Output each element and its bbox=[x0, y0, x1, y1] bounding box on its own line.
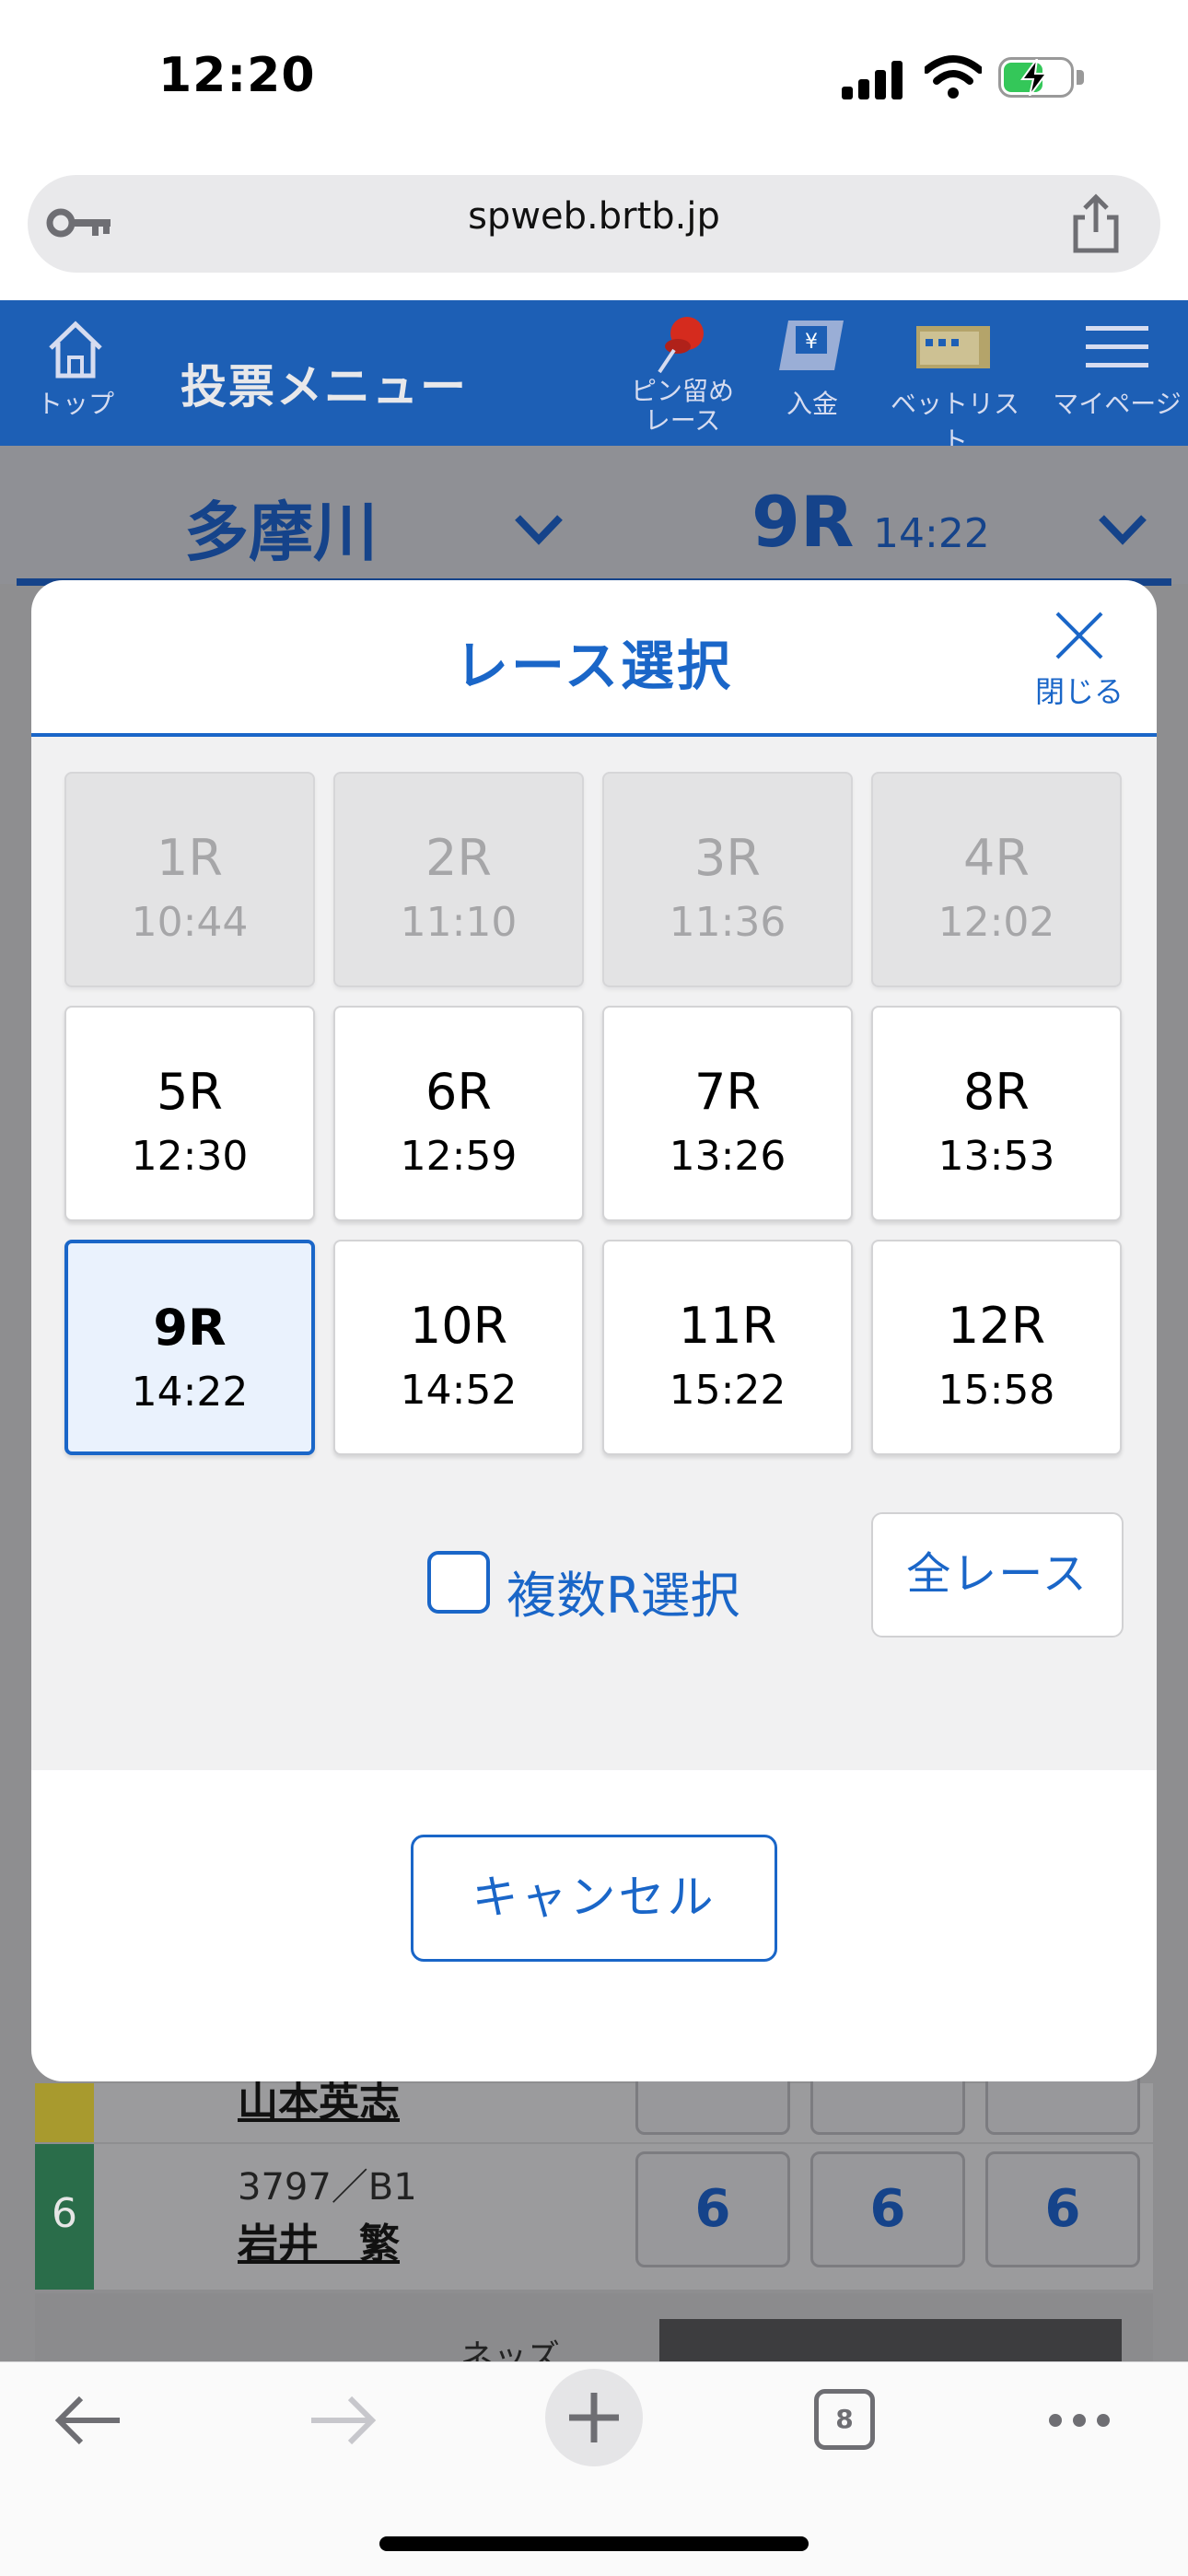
nav-bet-list[interactable]: ベットリスト bbox=[882, 317, 1028, 458]
race-button-4r: 4R 12:02 bbox=[871, 772, 1122, 987]
odds-button-2[interactable]: 6 bbox=[810, 2151, 965, 2267]
race-number: 11R bbox=[678, 1297, 777, 1355]
race-time: 13:26 bbox=[669, 1133, 786, 1180]
race-time: 10:44 bbox=[131, 899, 249, 946]
nav-home-label: トップ bbox=[36, 389, 114, 419]
lane-5-color bbox=[35, 2083, 94, 2142]
race-time: 11:10 bbox=[400, 899, 518, 946]
back-arrow-icon[interactable] bbox=[53, 2393, 123, 2448]
race-button-6r[interactable]: 6R 12:59 bbox=[333, 1006, 584, 1221]
tabs-button[interactable]: 8 bbox=[814, 2389, 875, 2450]
cancel-button[interactable]: キャンセル bbox=[411, 1835, 777, 1962]
race-number: 12R bbox=[947, 1297, 1046, 1355]
close-label: 閉じる bbox=[1034, 674, 1124, 709]
race-time: 15:22 bbox=[669, 1367, 786, 1414]
pin-icon bbox=[658, 317, 704, 374]
multi-race-label[interactable]: 複数R選択 bbox=[507, 1555, 740, 1627]
race-number: 2R bbox=[425, 829, 492, 887]
race-time: 14:22 bbox=[873, 510, 990, 557]
race-button-5r[interactable]: 5R 12:30 bbox=[64, 1006, 315, 1221]
race-number: 3R bbox=[694, 829, 761, 887]
race-button-1r: 1R 10:44 bbox=[64, 772, 315, 987]
odds-button-1[interactable]: 6 bbox=[635, 2151, 790, 2267]
race-time: 12:02 bbox=[938, 899, 1055, 946]
racer-6-name[interactable]: 岩井 繁 bbox=[238, 2210, 400, 2269]
partial-label: ネッズ bbox=[460, 2338, 561, 2361]
race-time: 14:52 bbox=[400, 1367, 518, 1414]
forward-arrow-icon[interactable] bbox=[308, 2393, 378, 2448]
cellular-signal-icon bbox=[842, 61, 906, 99]
race-button-2r: 2R 11:10 bbox=[333, 772, 584, 987]
race-selector[interactable]: 9R bbox=[751, 481, 854, 563]
race-number: 7R bbox=[694, 1063, 761, 1121]
nav-pin-label-1: ピン留め bbox=[630, 376, 734, 406]
race-number: 5R bbox=[157, 1063, 223, 1121]
race-number: 4R bbox=[963, 829, 1030, 887]
nav-pin-race[interactable]: ピン留め レース bbox=[621, 313, 744, 436]
race-bar bbox=[0, 446, 1188, 584]
race-time: 13:53 bbox=[938, 1133, 1055, 1180]
hamburger-menu-icon bbox=[1086, 326, 1148, 367]
race-button-12r[interactable]: 12R 15:58 bbox=[871, 1240, 1122, 1455]
race-button-8r[interactable]: 8R 13:53 bbox=[871, 1006, 1122, 1221]
multi-race-checkbox[interactable] bbox=[427, 1551, 490, 1614]
svg-text:¥: ¥ bbox=[805, 331, 818, 354]
race-number: 6R bbox=[425, 1063, 492, 1121]
race-button-11r[interactable]: 11R 15:22 bbox=[602, 1240, 853, 1455]
race-button-3r: 3R 11:36 bbox=[602, 772, 853, 987]
race-button-9r[interactable]: 9R 14:22 bbox=[64, 1240, 315, 1455]
race-number: 8R bbox=[963, 1063, 1030, 1121]
chevron-down-icon[interactable] bbox=[514, 514, 564, 545]
nav-mypage[interactable]: マイページ bbox=[1046, 317, 1188, 421]
home-indicator bbox=[379, 2536, 809, 2551]
race-time: 15:58 bbox=[938, 1367, 1055, 1414]
all-races-button[interactable]: 全レース bbox=[871, 1512, 1124, 1638]
race-time: 11:36 bbox=[669, 899, 786, 946]
plus-icon bbox=[569, 2393, 619, 2442]
racer-6-id: 3797／B1 bbox=[238, 2166, 417, 2209]
url-text[interactable]: spweb.brtb.jp bbox=[0, 195, 1188, 238]
close-icon bbox=[1052, 608, 1107, 663]
wifi-icon bbox=[925, 55, 982, 99]
close-button[interactable]: 閉じる bbox=[1024, 608, 1135, 718]
chevron-down-icon[interactable] bbox=[1098, 514, 1147, 545]
nav-mypage-label: マイページ bbox=[1053, 389, 1182, 419]
modal-title-underline bbox=[31, 733, 1157, 737]
race-time: 12:30 bbox=[131, 1133, 249, 1180]
race-button-7r[interactable]: 7R 13:26 bbox=[602, 1006, 853, 1221]
status-time: 12:20 bbox=[158, 48, 316, 103]
race-time: 12:59 bbox=[400, 1133, 518, 1180]
nav-pin-label-2: レース bbox=[644, 405, 721, 436]
dark-panel bbox=[659, 2319, 1122, 2365]
odds-button-3[interactable]: 6 bbox=[985, 2151, 1140, 2267]
race-button-10r[interactable]: 10R 14:52 bbox=[333, 1240, 584, 1455]
nav-deposit-label: 入金 bbox=[786, 389, 838, 419]
race-time: 14:22 bbox=[131, 1369, 249, 1416]
new-tab-button[interactable] bbox=[545, 2369, 643, 2466]
atm-yen-icon: ¥ bbox=[779, 321, 844, 370]
more-options-icon[interactable] bbox=[1046, 2411, 1112, 2430]
battery-charging-icon bbox=[998, 57, 1087, 99]
nav-deposit[interactable]: ¥ 入金 bbox=[764, 317, 860, 421]
race-number: 10R bbox=[409, 1297, 508, 1355]
lane-6-number: 6 bbox=[52, 2190, 77, 2237]
ticket-list-icon bbox=[916, 326, 990, 368]
home-icon bbox=[49, 321, 102, 379]
venue-selector[interactable]: 多摩川 bbox=[184, 481, 378, 574]
modal-title: レース選択 bbox=[454, 635, 734, 697]
nav-home[interactable]: トップ bbox=[28, 317, 123, 421]
race-number: 9R bbox=[153, 1299, 227, 1357]
race-number: 1R bbox=[157, 829, 223, 887]
share-icon[interactable] bbox=[1068, 193, 1124, 254]
page-title: 投票メニュー bbox=[181, 360, 468, 414]
